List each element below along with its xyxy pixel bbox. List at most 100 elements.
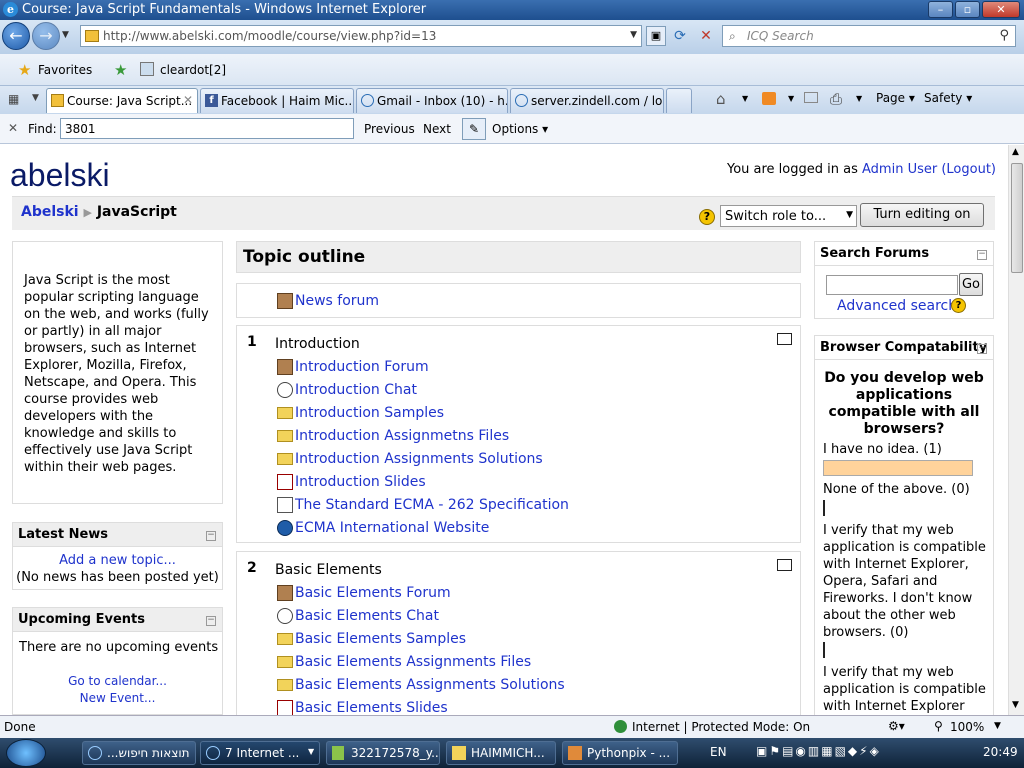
news-forum-link[interactable]: News forum: [295, 293, 379, 309]
section-title: Basic Elements: [275, 562, 382, 578]
collapse-icon[interactable]: −: [206, 531, 216, 541]
new-event-link[interactable]: New Event...: [13, 691, 222, 705]
list-item[interactable]: The Standard ECMA - 262 Specification: [295, 497, 569, 513]
vertical-scrollbar[interactable]: ▲ ▼: [1008, 145, 1024, 715]
tab-list-icon[interactable]: ▼: [32, 93, 39, 103]
forum-search-input[interactable]: [826, 275, 958, 295]
favorite-link-cleardot[interactable]: cleardot[2]: [160, 63, 226, 77]
list-item[interactable]: Introduction Assignmetns Files: [295, 428, 509, 444]
moodle-tab-icon: [51, 94, 64, 107]
advanced-search-link[interactable]: Advanced search: [837, 298, 957, 314]
close-button[interactable]: ✕: [982, 1, 1020, 18]
collapse-icon[interactable]: −: [206, 616, 216, 626]
favorites-button[interactable]: Favorites: [38, 63, 92, 77]
quick-tabs-icon[interactable]: ▦: [8, 92, 28, 108]
search-magnifier-icon[interactable]: ⚲: [999, 28, 1009, 43]
scroll-up-icon[interactable]: ▲: [1012, 147, 1019, 157]
list-item[interactable]: Introduction Slides: [295, 474, 426, 490]
maximize-button[interactable]: ▫: [955, 1, 980, 18]
tab-label: Course: Java Script...: [67, 94, 193, 108]
address-dropdown-icon[interactable]: ▼: [630, 30, 637, 40]
home-dropdown-icon[interactable]: ▼: [742, 94, 748, 103]
address-bar[interactable]: http://www.abelski.com/moodle/course/vie…: [80, 25, 642, 47]
refresh-icon[interactable]: ⟳: [670, 26, 690, 46]
list-item[interactable]: Basic Elements Samples: [295, 631, 466, 647]
taskbar-item[interactable]: HAIMMICH...: [446, 741, 556, 765]
language-indicator[interactable]: EN: [710, 745, 727, 759]
tray-icons[interactable]: ▣⚑▤◉▥▦▧◆⚡◈: [756, 744, 881, 758]
zoom-dropdown-icon[interactable]: ▼: [994, 721, 1001, 731]
print-dropdown-icon[interactable]: ▼: [856, 94, 862, 103]
feeds-icon[interactable]: [762, 92, 776, 105]
switch-role-select[interactable]: Switch role to... ▼: [720, 205, 857, 227]
home-icon[interactable]: ⌂: [716, 90, 726, 108]
user-link[interactable]: Admin User: [862, 162, 937, 177]
highlight-icon[interactable]: ✎: [462, 118, 486, 140]
clock[interactable]: 20:49: [983, 745, 1018, 759]
security-zone[interactable]: Internet | Protected Mode: On: [632, 720, 810, 734]
list-item[interactable]: Basic Elements Assignments Files: [295, 654, 531, 670]
new-tab-button[interactable]: [666, 88, 692, 113]
print-icon[interactable]: ⎙: [830, 90, 842, 108]
list-item[interactable]: Introduction Chat: [295, 382, 417, 398]
taskbar-item[interactable]: Pythonpix - ...: [562, 741, 678, 765]
recent-pages-dropdown-icon[interactable]: ▼: [62, 30, 69, 40]
logout-link[interactable]: (Logout): [941, 162, 996, 177]
breadcrumb-home-link[interactable]: Abelski: [21, 204, 79, 220]
tab-label: server.zindell.com / lo...: [531, 94, 664, 108]
tab-facebook[interactable]: f Facebook | Haim Mic...: [200, 88, 354, 113]
poll-block: Browser Compatability − Do you develop w…: [814, 335, 994, 715]
list-item[interactable]: Basic Elements Assignments Solutions: [295, 677, 565, 693]
add-favorites-icon[interactable]: ★: [114, 61, 127, 79]
start-button[interactable]: [6, 739, 46, 767]
turn-editing-on-button[interactable]: Turn editing on: [860, 203, 984, 227]
compatibility-view-icon[interactable]: ▣: [646, 26, 666, 46]
taskbar-item[interactable]: 322172578_y...: [326, 741, 440, 765]
collapse-icon[interactable]: −: [977, 250, 987, 260]
list-item[interactable]: Basic Elements Chat: [295, 608, 439, 624]
help-icon[interactable]: ?: [699, 209, 715, 225]
scrollbar-thumb[interactable]: [1011, 163, 1023, 273]
section-2: 2 Basic Elements Basic Elements Forum Ba…: [236, 551, 801, 715]
close-tab-icon[interactable]: ✕: [183, 93, 193, 107]
list-item[interactable]: Introduction Forum: [295, 359, 429, 375]
zoom-level[interactable]: 100%: [950, 720, 984, 734]
stop-icon[interactable]: ✕: [696, 26, 716, 46]
safety-menu[interactable]: Safety ▾: [924, 91, 972, 105]
image-link-icon: [140, 62, 154, 76]
list-item[interactable]: Basic Elements Forum: [295, 585, 451, 601]
calendar-link[interactable]: Go to calendar...: [13, 674, 222, 688]
feeds-dropdown-icon[interactable]: ▼: [788, 94, 794, 103]
search-input[interactable]: ⌕ ICQ Search ⚲: [722, 25, 1016, 47]
protected-mode-icon[interactable]: ⚙▾: [888, 719, 905, 733]
section-number: 1: [247, 334, 257, 350]
list-item[interactable]: Introduction Assignments Solutions: [295, 451, 543, 467]
close-find-icon[interactable]: ✕: [8, 121, 18, 135]
back-button[interactable]: ←: [2, 22, 30, 50]
page-menu[interactable]: Page ▾: [876, 91, 915, 105]
tab-gmail[interactable]: Gmail - Inbox (10) - h...: [356, 88, 508, 113]
tab-server-zindell[interactable]: server.zindell.com / lo...: [510, 88, 664, 113]
highlight-section-icon[interactable]: [777, 559, 792, 571]
scroll-down-icon[interactable]: ▼: [1012, 700, 1019, 710]
taskbar-item[interactable]: תוצאות חיפוש...: [82, 741, 196, 765]
list-item[interactable]: ECMA International Website: [295, 520, 489, 536]
list-item[interactable]: Introduction Samples: [295, 405, 444, 421]
list-item[interactable]: Basic Elements Slides: [295, 700, 448, 715]
upcoming-events-block: Upcoming Events − There are no upcoming …: [12, 607, 223, 715]
forward-button[interactable]: →: [32, 22, 60, 50]
minimize-button[interactable]: –: [928, 1, 953, 18]
find-input[interactable]: 3801: [60, 118, 354, 139]
highlight-section-icon[interactable]: [777, 333, 792, 345]
find-next-button[interactable]: Next: [423, 122, 451, 136]
add-topic-link[interactable]: Add a new topic...: [13, 553, 222, 568]
find-previous-button[interactable]: Previous: [364, 122, 415, 136]
taskbar-item[interactable]: 7 Internet ... ▼: [200, 741, 320, 765]
help-icon[interactable]: ?: [951, 298, 966, 313]
read-mail-icon[interactable]: [804, 92, 818, 103]
collapse-icon[interactable]: −: [977, 344, 987, 354]
go-button[interactable]: Go: [959, 273, 983, 296]
find-options-menu[interactable]: Options ▾: [492, 122, 548, 136]
tab-course-javascript[interactable]: Course: Java Script... ✕: [46, 88, 198, 113]
poll-title: Browser Compatability: [815, 336, 993, 360]
